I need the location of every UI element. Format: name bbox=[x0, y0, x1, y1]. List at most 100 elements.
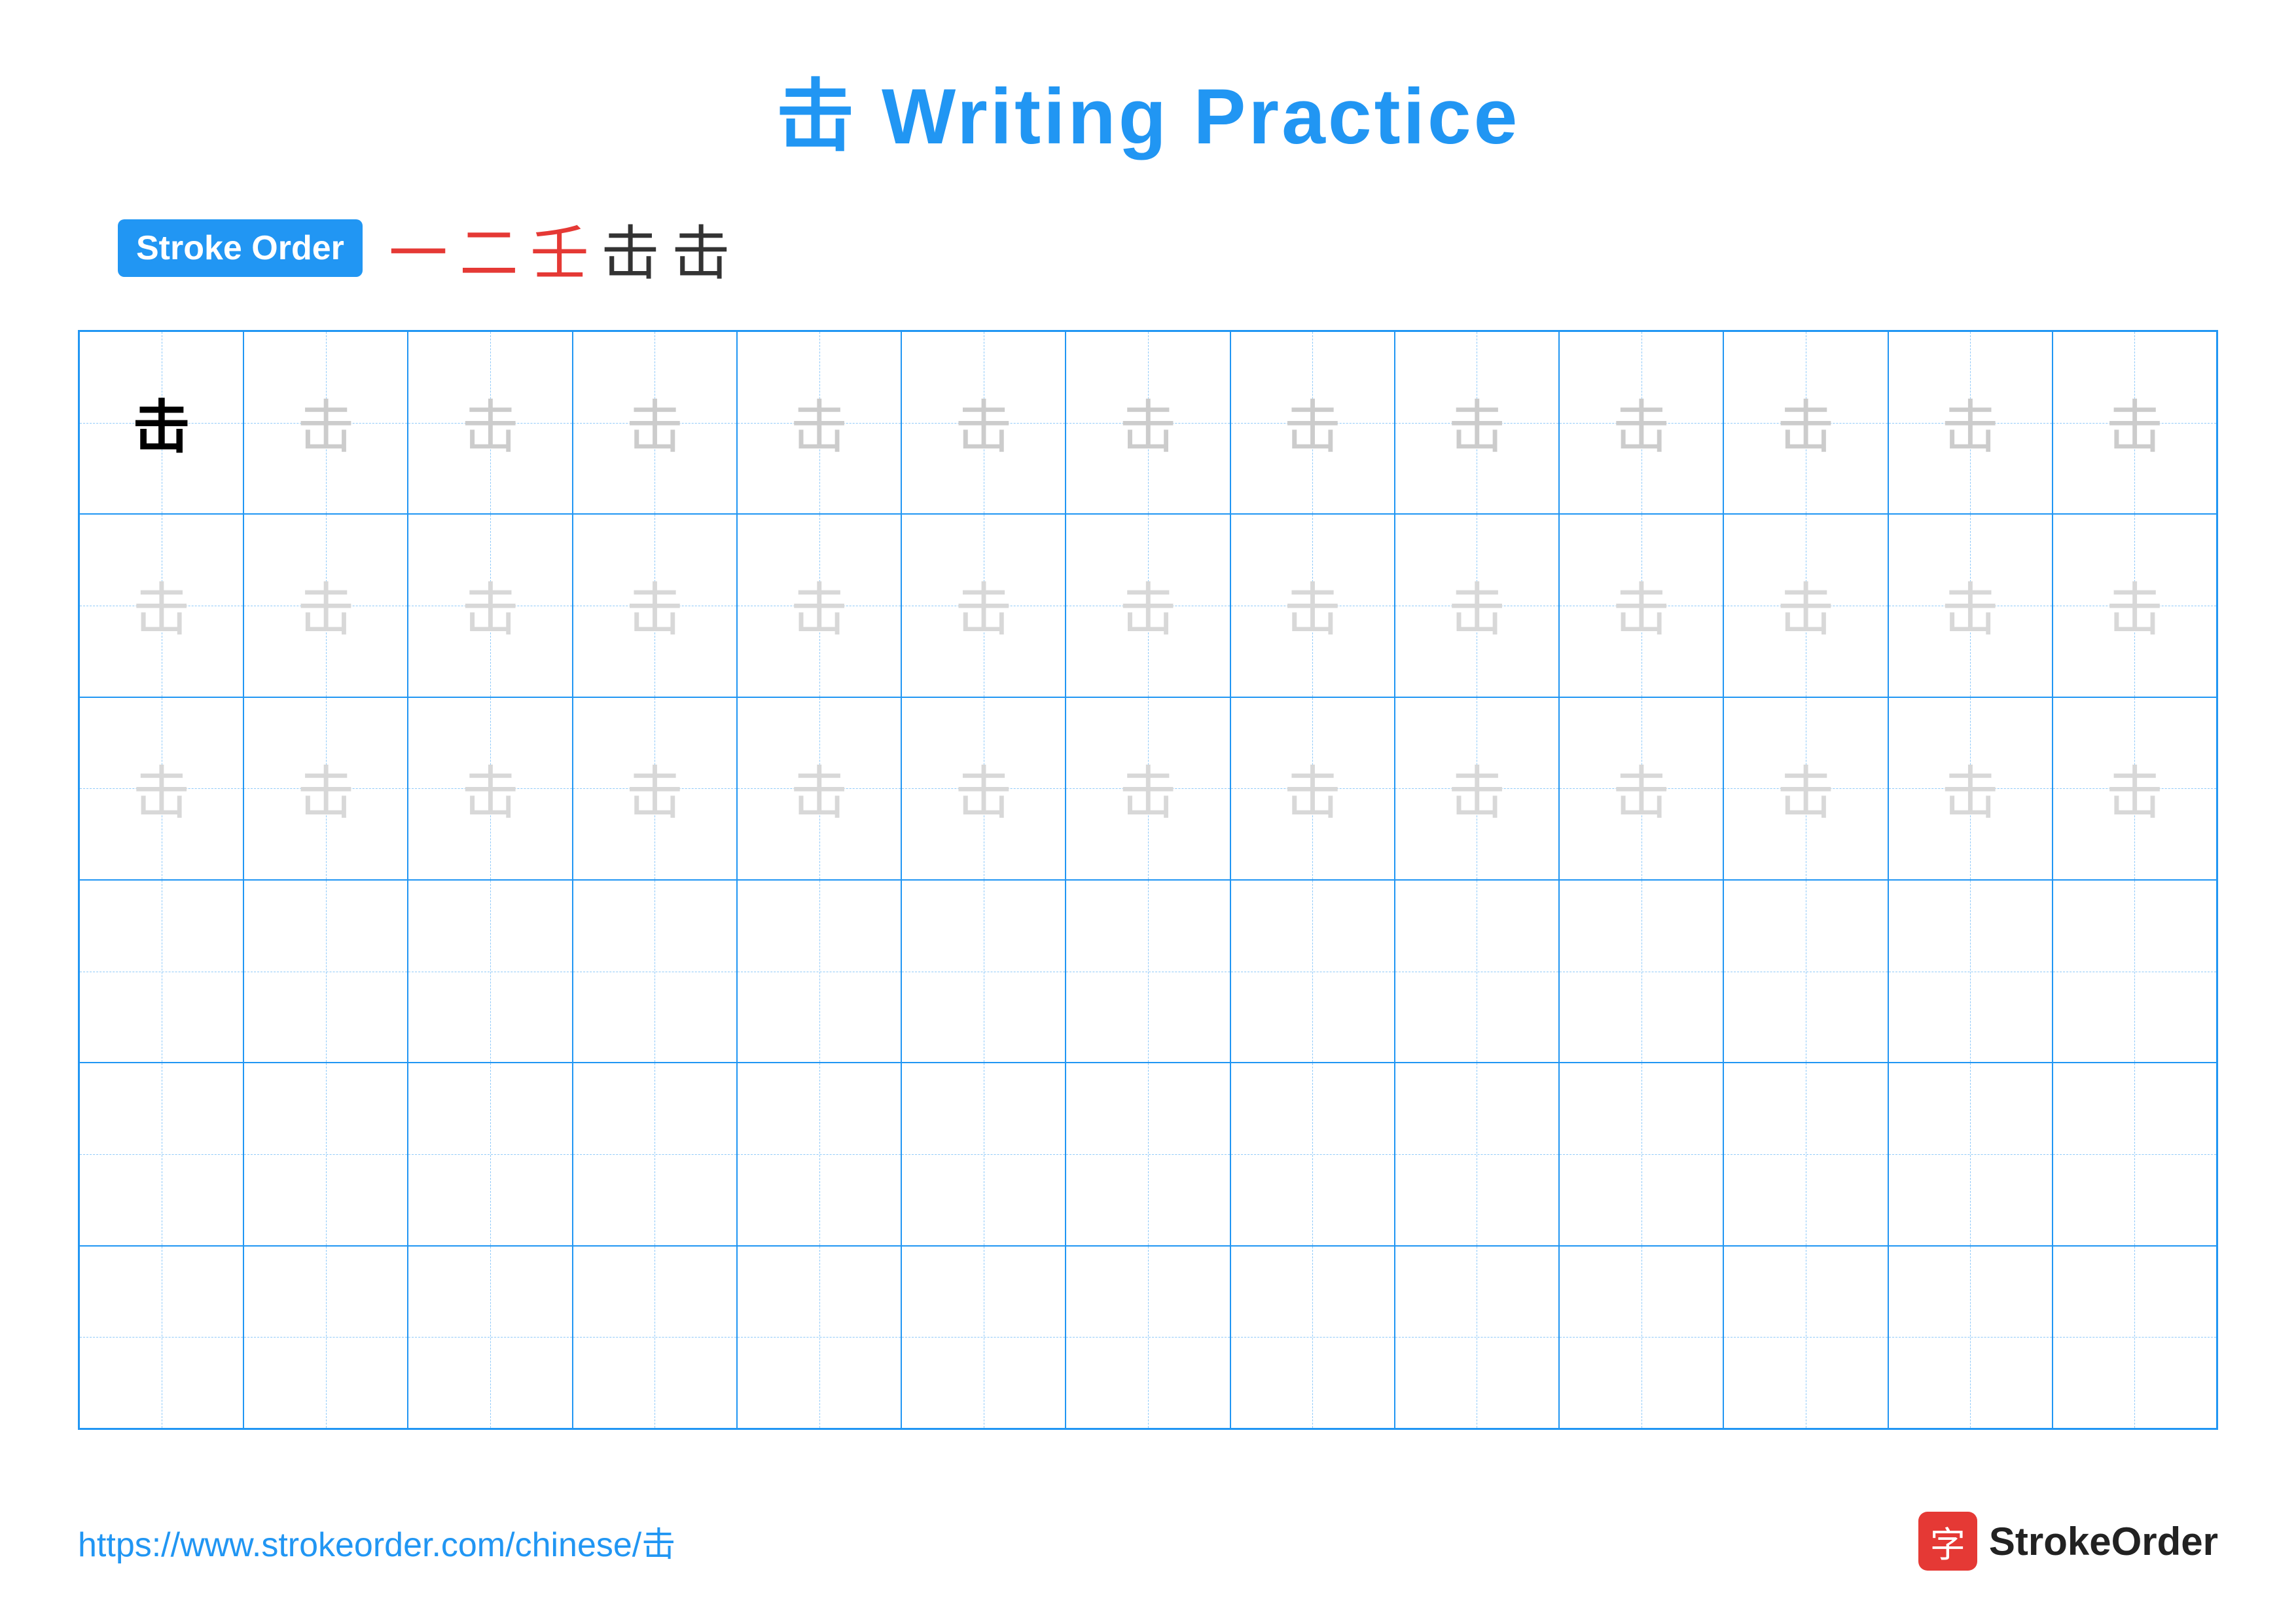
char-guide-faint: 击 bbox=[791, 747, 848, 830]
char-guide-faint: 击 bbox=[461, 747, 519, 830]
grid-cell[interactable]: 击 bbox=[408, 514, 572, 697]
grid-cell[interactable] bbox=[573, 880, 737, 1063]
practice-grid: 击击击击击击击击击击击击击击击击击击击击击击击击击击击击击击击击击击击击击击击 bbox=[78, 330, 2218, 1430]
grid-cell[interactable]: 击 bbox=[2053, 697, 2217, 880]
page: 击 Writing Practice Stroke Order 一 二 壬 击 … bbox=[0, 0, 2296, 1623]
grid-cell[interactable]: 击 bbox=[243, 697, 408, 880]
char-guide-faint: 击 bbox=[2106, 747, 2163, 830]
grid-cell[interactable] bbox=[79, 1063, 243, 1245]
grid-cell[interactable]: 击 bbox=[243, 514, 408, 697]
grid-cell[interactable]: 击 bbox=[573, 697, 737, 880]
grid-cell[interactable] bbox=[2053, 1063, 2217, 1245]
grid-cell[interactable] bbox=[408, 1246, 572, 1429]
grid-cell[interactable] bbox=[79, 880, 243, 1063]
grid-cell[interactable] bbox=[737, 880, 901, 1063]
grid-cell[interactable]: 击 bbox=[1230, 697, 1395, 880]
char-guide: 击 bbox=[1941, 381, 1999, 464]
grid-cell[interactable] bbox=[1395, 1063, 1559, 1245]
grid-cell[interactable]: 击 bbox=[1723, 514, 1888, 697]
grid-cell[interactable]: 击 bbox=[901, 331, 1066, 514]
grid-cell[interactable]: 击 bbox=[1395, 697, 1559, 880]
grid-cell[interactable] bbox=[243, 880, 408, 1063]
grid-cell[interactable]: 击 bbox=[2053, 331, 2217, 514]
grid-cell[interactable] bbox=[901, 1063, 1066, 1245]
logo-text: StrokeOrder bbox=[1989, 1519, 2218, 1564]
grid-cell[interactable]: 击 bbox=[901, 697, 1066, 880]
grid-cell[interactable] bbox=[1230, 1246, 1395, 1429]
grid-cell[interactable]: 击 bbox=[1066, 514, 1230, 697]
char-guide-faint: 击 bbox=[1613, 747, 1670, 830]
grid-cell[interactable] bbox=[1559, 1063, 1723, 1245]
char-guide-faint: 击 bbox=[1941, 747, 1999, 830]
char-guide-faint: 击 bbox=[1448, 747, 1505, 830]
grid-cell[interactable]: 击 bbox=[737, 697, 901, 880]
grid-cell[interactable]: 击 bbox=[79, 514, 243, 697]
grid-cell[interactable]: 击 bbox=[1230, 514, 1395, 697]
grid-cell[interactable]: 击 bbox=[79, 697, 243, 880]
stroke-1: 一 bbox=[389, 206, 448, 291]
grid-cell[interactable] bbox=[1888, 880, 2053, 1063]
stroke-5: 击 bbox=[672, 206, 730, 291]
grid-cell[interactable] bbox=[573, 1246, 737, 1429]
grid-cell[interactable] bbox=[1888, 1063, 2053, 1245]
grid-cell[interactable] bbox=[2053, 1246, 2217, 1429]
stroke-order-row: Stroke Order 一 二 壬 击 击 bbox=[118, 206, 730, 291]
grid-cell[interactable]: 击 bbox=[737, 331, 901, 514]
grid-cell[interactable] bbox=[1723, 880, 1888, 1063]
grid-cell[interactable] bbox=[1723, 1063, 1888, 1245]
grid-cell[interactable]: 击 bbox=[2053, 514, 2217, 697]
grid-cell[interactable] bbox=[737, 1063, 901, 1245]
grid-cell[interactable] bbox=[1559, 1246, 1723, 1429]
grid-cell[interactable]: 击 bbox=[1559, 697, 1723, 880]
char-guide-faint: 击 bbox=[133, 564, 190, 647]
grid-cell[interactable]: 击 bbox=[1559, 514, 1723, 697]
grid-cell[interactable]: 击 bbox=[1066, 697, 1230, 880]
grid-cell[interactable] bbox=[737, 1246, 901, 1429]
grid-cell[interactable] bbox=[408, 880, 572, 1063]
char-guide: 击 bbox=[461, 381, 519, 464]
char-guide-faint: 击 bbox=[297, 564, 355, 647]
grid-cell[interactable]: 击 bbox=[1888, 514, 2053, 697]
grid-cell[interactable] bbox=[79, 1246, 243, 1429]
grid-cell[interactable]: 击 bbox=[408, 697, 572, 880]
grid-cell[interactable] bbox=[901, 1246, 1066, 1429]
char-guide-faint: 击 bbox=[1119, 564, 1177, 647]
footer-logo: 字 StrokeOrder bbox=[1918, 1512, 2218, 1571]
grid-cell[interactable]: 击 bbox=[573, 514, 737, 697]
grid-cell[interactable] bbox=[243, 1246, 408, 1429]
char-guide: 击 bbox=[1119, 381, 1177, 464]
grid-cell[interactable]: 击 bbox=[243, 331, 408, 514]
grid-cell[interactable]: 击 bbox=[1888, 331, 2053, 514]
grid-cell[interactable] bbox=[1066, 1063, 1230, 1245]
grid-cell[interactable] bbox=[901, 880, 1066, 1063]
grid-cell[interactable] bbox=[2053, 880, 2217, 1063]
grid-cell[interactable]: 击 bbox=[408, 331, 572, 514]
grid-cell[interactable]: 击 bbox=[737, 514, 901, 697]
grid-cell[interactable] bbox=[573, 1063, 737, 1245]
char-guide: 击 bbox=[2106, 381, 2163, 464]
grid-cell[interactable] bbox=[243, 1063, 408, 1245]
grid-cell[interactable]: 击 bbox=[901, 514, 1066, 697]
grid-cell[interactable] bbox=[1230, 1063, 1395, 1245]
grid-cell[interactable]: 击 bbox=[79, 331, 243, 514]
grid-cell[interactable]: 击 bbox=[1066, 331, 1230, 514]
grid-cell[interactable] bbox=[1888, 1246, 2053, 1429]
grid-cell[interactable] bbox=[1066, 880, 1230, 1063]
grid-cell[interactable]: 击 bbox=[1723, 331, 1888, 514]
grid-cell[interactable]: 击 bbox=[1723, 697, 1888, 880]
grid-cell[interactable] bbox=[1230, 880, 1395, 1063]
grid-cell[interactable] bbox=[1559, 880, 1723, 1063]
grid-cell[interactable]: 击 bbox=[1395, 514, 1559, 697]
grid-cell[interactable]: 击 bbox=[1559, 331, 1723, 514]
grid-cell[interactable]: 击 bbox=[1395, 331, 1559, 514]
grid-cell[interactable]: 击 bbox=[573, 331, 737, 514]
grid-cell[interactable] bbox=[1066, 1246, 1230, 1429]
grid-cell[interactable]: 击 bbox=[1888, 697, 2053, 880]
grid-cell[interactable] bbox=[1723, 1246, 1888, 1429]
stroke-4: 击 bbox=[601, 206, 660, 291]
grid-cell[interactable]: 击 bbox=[1230, 331, 1395, 514]
grid-cell[interactable] bbox=[1395, 880, 1559, 1063]
grid-cell[interactable] bbox=[408, 1063, 572, 1245]
char-guide: 击 bbox=[1613, 381, 1670, 464]
grid-cell[interactable] bbox=[1395, 1246, 1559, 1429]
